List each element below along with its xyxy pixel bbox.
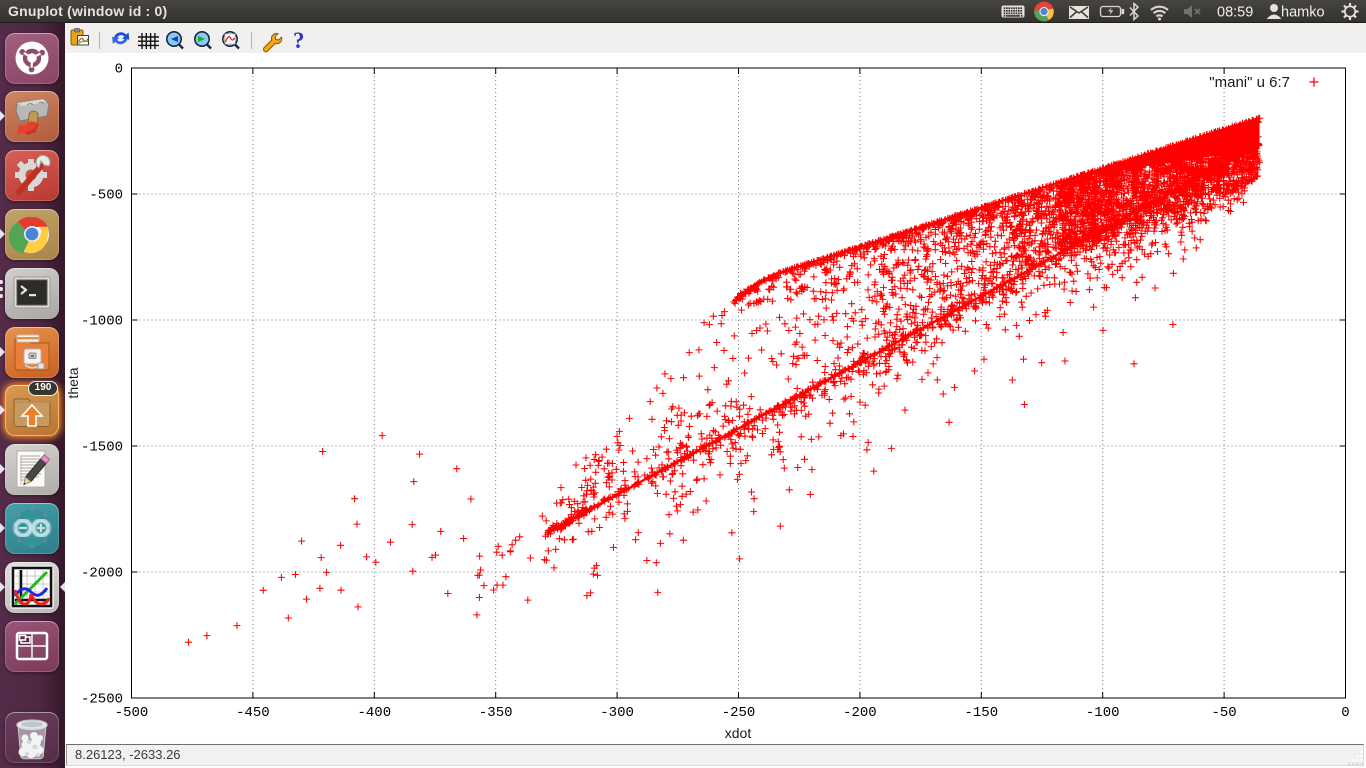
svg-text:-2000: -2000 [81,566,123,582]
svg-text:0: 0 [115,62,123,78]
svg-text:-350: -350 [479,705,513,721]
svg-text:-150: -150 [964,705,998,721]
svg-text:-2500: -2500 [81,692,123,708]
svg-text:hamko: hamko [1281,5,1325,21]
svg-text:-450: -450 [236,705,270,721]
svg-text:-250: -250 [722,705,756,721]
svg-text:xdot: xdot [725,725,752,741]
svg-text:theta: theta [65,367,81,398]
svg-text:-300: -300 [600,705,634,721]
svg-text:-1500: -1500 [81,440,123,456]
svg-text:08:59: 08:59 [1217,5,1253,21]
svg-text:"mani" u 6:7: "mani" u 6:7 [1209,74,1290,91]
svg-text:?: ? [293,28,305,53]
svg-text:-50: -50 [1211,705,1236,721]
svg-text:-100: -100 [1086,705,1120,721]
svg-text:-1000: -1000 [81,314,123,330]
svg-text:-500: -500 [89,188,123,204]
svg-text:-200: -200 [843,705,877,721]
svg-text:-400: -400 [357,705,391,721]
svg-text:0: 0 [1341,705,1349,721]
